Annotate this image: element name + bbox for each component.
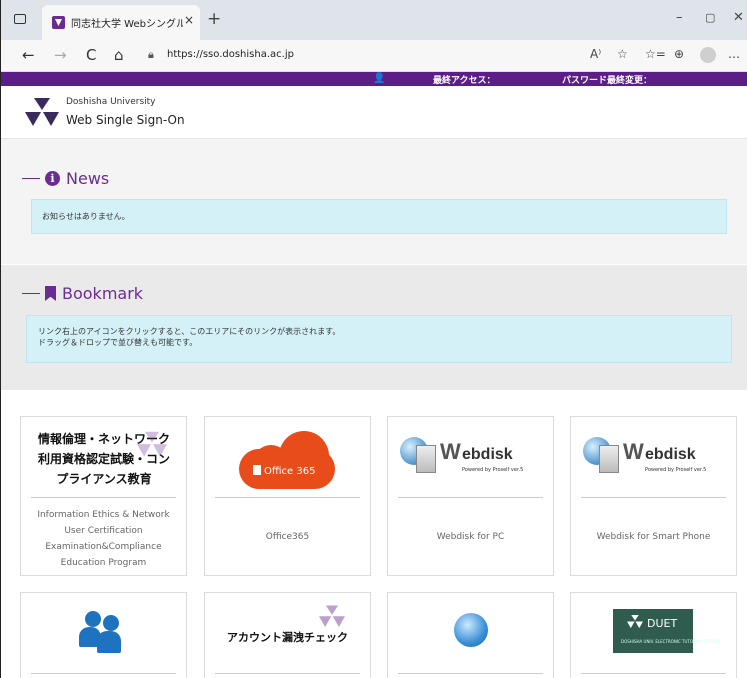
card-support[interactable] [20,592,187,678]
webdisk-logo-sub: Powered by Proself ver.5 [462,467,524,473]
card-label: Information Ethics & Network User Certif… [21,507,186,571]
home-button[interactable]: ⌂ [114,46,124,64]
window-left-border [0,0,1,678]
card-information-ethics[interactable]: 情報倫理・ネットワーク利用資格認定試験・コンプライアンス教育 Informati… [20,416,187,576]
news-alert: お知らせはありません。 [31,199,727,234]
card-webdisk-smartphone[interactable]: W ebdisk Powered by Proself ver.5 Webdis… [570,416,737,576]
bookmark-icon [45,286,56,301]
password-changed-label: パスワード最終変更： [562,76,653,86]
webdisk-logo-icon: W ebdisk Powered by Proself ver.5 [400,435,540,485]
favicon-icon [52,16,65,29]
card-logo-area: 情報倫理・ネットワーク利用資格認定試験・コンプライアンス教育 [21,417,186,497]
card-divider [398,497,543,498]
tab-close-button[interactable]: × [184,13,194,27]
back-button[interactable]: ← [22,46,35,64]
doshisha-watermark-icon [319,605,345,627]
webdisk-logo-sub: Powered by Proself ver.5 [645,467,707,473]
card-divider [215,673,360,674]
url-text: https://sso.doshisha.ac.jp [167,49,294,60]
read-aloud-icon[interactable]: A⁾ [590,47,601,61]
globe-icon [454,613,488,647]
link-grid: 情報倫理・ネットワーク利用資格認定試験・コンプライアンス教育 Informati… [0,390,747,678]
duet-logo-sub: DOSHISHA UNIV. ELECTRONIC TUTORIAL SYSTE… [621,639,720,644]
heading-rule [22,292,40,295]
card-label-line: Education Program [60,558,147,568]
maximize-button[interactable]: ▢ [705,11,715,24]
user-info-bar: 👤 最終アクセス： パスワード最終変更： [0,72,747,86]
system-name: Web Single Sign-On [66,113,185,127]
card-account-leak-check[interactable]: アカウント漏洩チェック [204,592,371,678]
card-divider [215,497,360,498]
card-duet[interactable]: DUET DOSHISHA UNIV. ELECTRONIC TUTORIAL … [570,592,737,678]
minimize-button[interactable]: – [676,10,683,25]
site-header: Doshisha University Web Single Sign-On [0,86,747,139]
news-message: お知らせはありません。 [42,212,130,221]
last-access-label: 最終アクセス： [433,76,496,86]
more-menu-icon[interactable]: … [728,47,740,61]
bookmark-title: Bookmark [62,284,144,303]
tab-strip: 同志社大学 Webシングルサインオ × + – ▢ ✕ [0,0,747,40]
card-label: Webdisk for PC [436,532,505,542]
bookmark-section: Bookmark リンク右上のアイコンをクリックすると、このエリアにそのリンクが… [0,265,747,390]
lock-icon[interactable]: 🔒︎ [148,48,154,62]
office365-logo-text: Office 365 [264,466,316,477]
window-menu-icon[interactable] [14,14,26,24]
duet-logo-text: DUET [647,617,678,630]
heading-rule [22,177,40,180]
news-heading: i News [22,169,109,188]
card-label-line: Information Ethics & Network [37,510,170,520]
browser-tab[interactable]: 同志社大学 Webシングルサインオ × [42,5,200,40]
card-divider [581,673,726,674]
info-icon: i [45,171,60,186]
doshisha-logo-icon[interactable] [25,98,59,128]
card-logo-area: Office 365 [205,417,370,497]
card-webdisk-pc[interactable]: W ebdisk Powered by Proself ver.5 Webdis… [387,416,554,576]
close-window-button[interactable]: ✕ [733,10,744,25]
card-label-line: Examination&Compliance [45,542,162,552]
card-logo-area: W ebdisk Powered by Proself ver.5 [571,417,736,497]
user-icon[interactable]: 👤 [373,73,385,84]
office365-logo-icon: Office 365 [239,431,339,491]
card-globe-link[interactable] [387,592,554,678]
university-name: Doshisha University [66,97,156,107]
card-office365[interactable]: Office 365 Office365 [204,416,371,576]
card-divider [31,497,176,498]
duet-logo-icon: DUET DOSHISHA UNIV. ELECTRONIC TUTORIAL … [613,609,719,653]
support-people-icon [79,609,129,653]
bookmark-message-line1: リンク右上のアイコンをクリックすると、このエリアにそのリンクが表示されます。 [38,327,341,336]
new-tab-button[interactable]: + [207,9,221,29]
card-title-jp: アカウント漏洩チェック [227,631,348,644]
bookmark-message-line2: ドラッグ＆ドロップで並び替えも可能です。 [38,338,198,347]
reload-button[interactable]: C [86,46,96,64]
doshisha-watermark-icon [137,431,167,457]
card-logo-area: W ebdisk Powered by Proself ver.5 [388,417,553,497]
address-bar-row: ← → C ⌂ 🔒︎ https://sso.doshisha.ac.jp A⁾… [0,40,747,72]
card-label-line: User Certification [64,526,143,536]
card-label: Webdisk for Smart Phone [596,532,711,542]
tab-title: 同志社大学 Webシングルサインオ [71,19,183,30]
card-divider [581,497,726,498]
profile-avatar[interactable] [700,47,716,63]
card-divider [398,673,543,674]
news-title: News [66,169,110,188]
favorites-list-icon[interactable]: ☆= [645,47,666,61]
news-section: i News お知らせはありません。 [0,139,747,264]
card-label: Office365 [265,532,310,542]
webdisk-logo-icon: W ebdisk Powered by Proself ver.5 [583,435,723,485]
favorite-star-icon[interactable]: ☆ [617,47,628,61]
card-divider [31,673,176,674]
forward-button[interactable]: → [54,46,67,64]
bookmark-heading: Bookmark [22,284,143,303]
browser-window: 同志社大学 Webシングルサインオ × + – ▢ ✕ ← → C ⌂ 🔒︎ h… [0,0,747,678]
collections-icon[interactable]: ⊕ [674,47,684,61]
bookmark-alert: リンク右上のアイコンをクリックすると、このエリアにそのリンクが表示されます。 ド… [26,315,732,363]
